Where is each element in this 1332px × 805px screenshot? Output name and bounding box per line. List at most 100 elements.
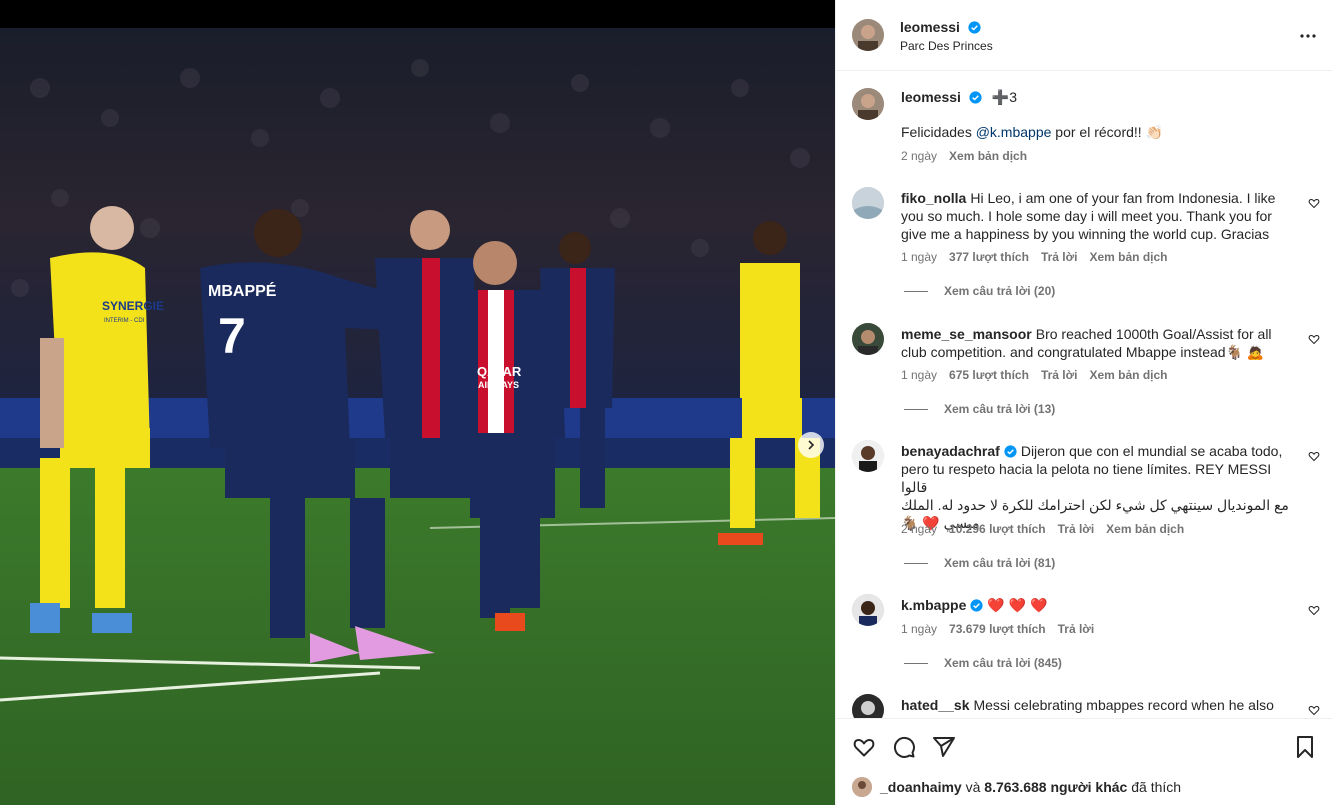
comment-avatar[interactable] <box>852 323 884 355</box>
verified-badge-icon <box>968 21 981 34</box>
caption-header: leomessi ➕3 <box>901 88 1296 106</box>
comment-body: Messi celebrating mbappes record when he… <box>973 697 1274 713</box>
caption-meta: 2 ngày Xem bản dịch <box>901 149 1027 163</box>
more-options-icon <box>1300 34 1316 38</box>
heart-outline-icon[interactable] <box>1308 333 1320 345</box>
svg-text:INTERIM - CDI: INTERIM - CDI <box>104 318 145 324</box>
comment-avatar[interactable] <box>852 594 884 626</box>
post-actions: _doanhaimy và 8.763.688 người khác đã th… <box>836 718 1332 805</box>
comment-time[interactable]: 2 ngày <box>901 522 937 536</box>
heart-outline-icon[interactable] <box>1308 197 1320 209</box>
caption-text: Felicidades @k.mbappe por el récord!! 👏🏻 <box>901 123 1296 141</box>
like-heart-icon[interactable] <box>852 735 876 759</box>
svg-text:SYNERGIE: SYNERGIE <box>102 299 164 313</box>
post-location[interactable]: Parc Des Princes <box>900 39 993 53</box>
comment-body-line: pero tu respeto hacia la pelota no tiene… <box>901 461 1272 495</box>
instagram-post-view: SYNERGIE INTERIM - CDI MBAPPÉ 7 QATAR AI… <box>0 0 1332 805</box>
post-header: leomessi Parc Des Princes <box>836 0 1332 71</box>
heart-outline-icon[interactable] <box>1308 450 1320 462</box>
view-replies-label: Xem câu trả lời (81) <box>944 556 1056 570</box>
comment-text: benayadachraf Dijeron que con el mundial … <box>901 442 1296 532</box>
replies-divider <box>904 562 928 564</box>
chevron-right-icon <box>808 440 815 450</box>
svg-text:7: 7 <box>218 308 246 364</box>
comment-likes[interactable]: 10.296 lượt thích <box>949 522 1046 536</box>
svg-text:AIRWAYS: AIRWAYS <box>478 380 519 390</box>
comments-list[interactable]: leomessi ➕3 Felicidades @k.mbappe por el… <box>836 72 1332 718</box>
author-avatar[interactable] <box>852 19 884 51</box>
likes-count[interactable]: 8.763.688 người khác <box>984 779 1127 795</box>
comment-body-line: Dijeron que con el mundial se acaba todo… <box>1020 443 1283 459</box>
caption-badge: ➕3 <box>991 89 1018 105</box>
comment-text: meme_se_mansoor Bro reached 1000th Goal/A… <box>901 325 1296 361</box>
translate-button[interactable]: Xem bản dịch <box>1089 368 1167 382</box>
verified-badge-icon <box>970 599 983 612</box>
comment-text: fiko_nolla Hi Leo, i am one of your fan f… <box>901 189 1296 243</box>
share-send-icon[interactable] <box>932 735 956 759</box>
comment-meta: 1 ngày 73.679 lượt thích Trả lời <box>901 622 1094 636</box>
liker-avatar[interactable] <box>852 777 872 797</box>
caption-username[interactable]: leomessi <box>901 89 961 105</box>
comment-avatar[interactable] <box>852 440 884 472</box>
translate-button[interactable]: Xem bản dịch <box>1106 522 1184 536</box>
comment-avatar[interactable] <box>852 187 884 219</box>
next-photo-button[interactable] <box>798 432 824 458</box>
view-replies-label: Xem câu trả lời (20) <box>944 284 1056 298</box>
view-replies-button[interactable]: Xem câu trả lời (20) <box>904 284 1055 298</box>
view-replies-label: Xem câu trả lời (13) <box>944 402 1056 416</box>
reply-button[interactable]: Trả lời <box>1041 368 1078 382</box>
comment-meta: 1 ngày 675 lượt thích Trả lời Xem bản dị… <box>901 368 1168 382</box>
verified-badge-icon <box>1004 445 1017 458</box>
comment-body: ❤️ ❤️ ❤️ <box>987 597 1048 613</box>
comment-body-line: مع المونديال سينتهي كل شيء لكن احترامك ل… <box>901 497 1289 513</box>
view-replies-button[interactable]: Xem câu trả lời (13) <box>904 402 1055 416</box>
comment-bubble-icon[interactable] <box>892 735 916 759</box>
reply-button[interactable]: Trả lời <box>1058 522 1095 536</box>
comment-meta: 2 ngày 10.296 lượt thích Trả lời Xem bản… <box>901 522 1184 536</box>
likes-suffix: đã thích <box>1127 779 1182 795</box>
caption-text-suffix: por el récord!! 👏🏻 <box>1051 124 1163 140</box>
comment-username[interactable]: meme_se_mansoor <box>901 326 1032 342</box>
caption-time[interactable]: 2 ngày <box>901 149 937 163</box>
heart-outline-icon[interactable] <box>1308 704 1320 716</box>
svg-text:QATAR: QATAR <box>477 364 522 379</box>
caption-avatar[interactable] <box>852 88 884 120</box>
post-side-panel: leomessi Parc Des Princes leomessi ➕3 Fe… <box>835 0 1332 805</box>
author-username[interactable]: leomessi <box>900 19 981 35</box>
reply-button[interactable]: Trả lời <box>1041 250 1078 264</box>
comment-text: k.mbappe ❤️ ❤️ ❤️ <box>901 596 1296 614</box>
replies-divider <box>904 290 928 292</box>
svg-text:MBAPPÉ: MBAPPÉ <box>208 281 277 300</box>
comment-likes[interactable]: 377 lượt thích <box>949 250 1029 264</box>
translate-button[interactable]: Xem bản dịch <box>1089 250 1167 264</box>
bookmark-icon[interactable] <box>1293 735 1317 759</box>
caption-mention[interactable]: @k.mbappe <box>976 124 1052 140</box>
post-photo[interactable]: SYNERGIE INTERIM - CDI MBAPPÉ 7 QATAR AI… <box>0 28 835 805</box>
comment-meta: 1 ngày 377 lượt thích Trả lời Xem bản dị… <box>901 250 1168 264</box>
reply-button[interactable]: Trả lời <box>1058 622 1095 636</box>
caption-translate[interactable]: Xem bản dịch <box>949 149 1027 163</box>
heart-outline-icon[interactable] <box>1308 604 1320 616</box>
comment-username[interactable]: fiko_nolla <box>901 190 966 206</box>
replies-divider <box>904 408 928 410</box>
view-replies-button[interactable]: Xem câu trả lời (845) <box>904 656 1062 670</box>
comment-username[interactable]: hated__sk <box>901 697 969 713</box>
comment-avatar[interactable] <box>852 694 884 718</box>
more-options-button[interactable] <box>1296 24 1320 48</box>
post-media: SYNERGIE INTERIM - CDI MBAPPÉ 7 QATAR AI… <box>0 0 835 805</box>
liker-username[interactable]: _doanhaimy <box>880 779 962 795</box>
likes-summary[interactable]: _doanhaimy và 8.763.688 người khác đã th… <box>852 777 1181 797</box>
comment-text: hated__sk Messi celebrating mbappes recor… <box>901 696 1296 714</box>
comment-likes[interactable]: 675 lượt thích <box>949 368 1029 382</box>
replies-divider <box>904 662 928 664</box>
comment-time[interactable]: 1 ngày <box>901 250 937 264</box>
comment-time[interactable]: 1 ngày <box>901 368 937 382</box>
likes-connector: và <box>961 779 985 795</box>
comment-likes[interactable]: 73.679 lượt thích <box>949 622 1046 636</box>
view-replies-label: Xem câu trả lời (845) <box>944 656 1062 670</box>
comment-time[interactable]: 1 ngày <box>901 622 937 636</box>
comment-username[interactable]: k.mbappe <box>901 597 966 613</box>
comment-username[interactable]: benayadachraf <box>901 443 1000 459</box>
caption-text-prefix: Felicidades <box>901 124 976 140</box>
view-replies-button[interactable]: Xem câu trả lời (81) <box>904 556 1055 570</box>
